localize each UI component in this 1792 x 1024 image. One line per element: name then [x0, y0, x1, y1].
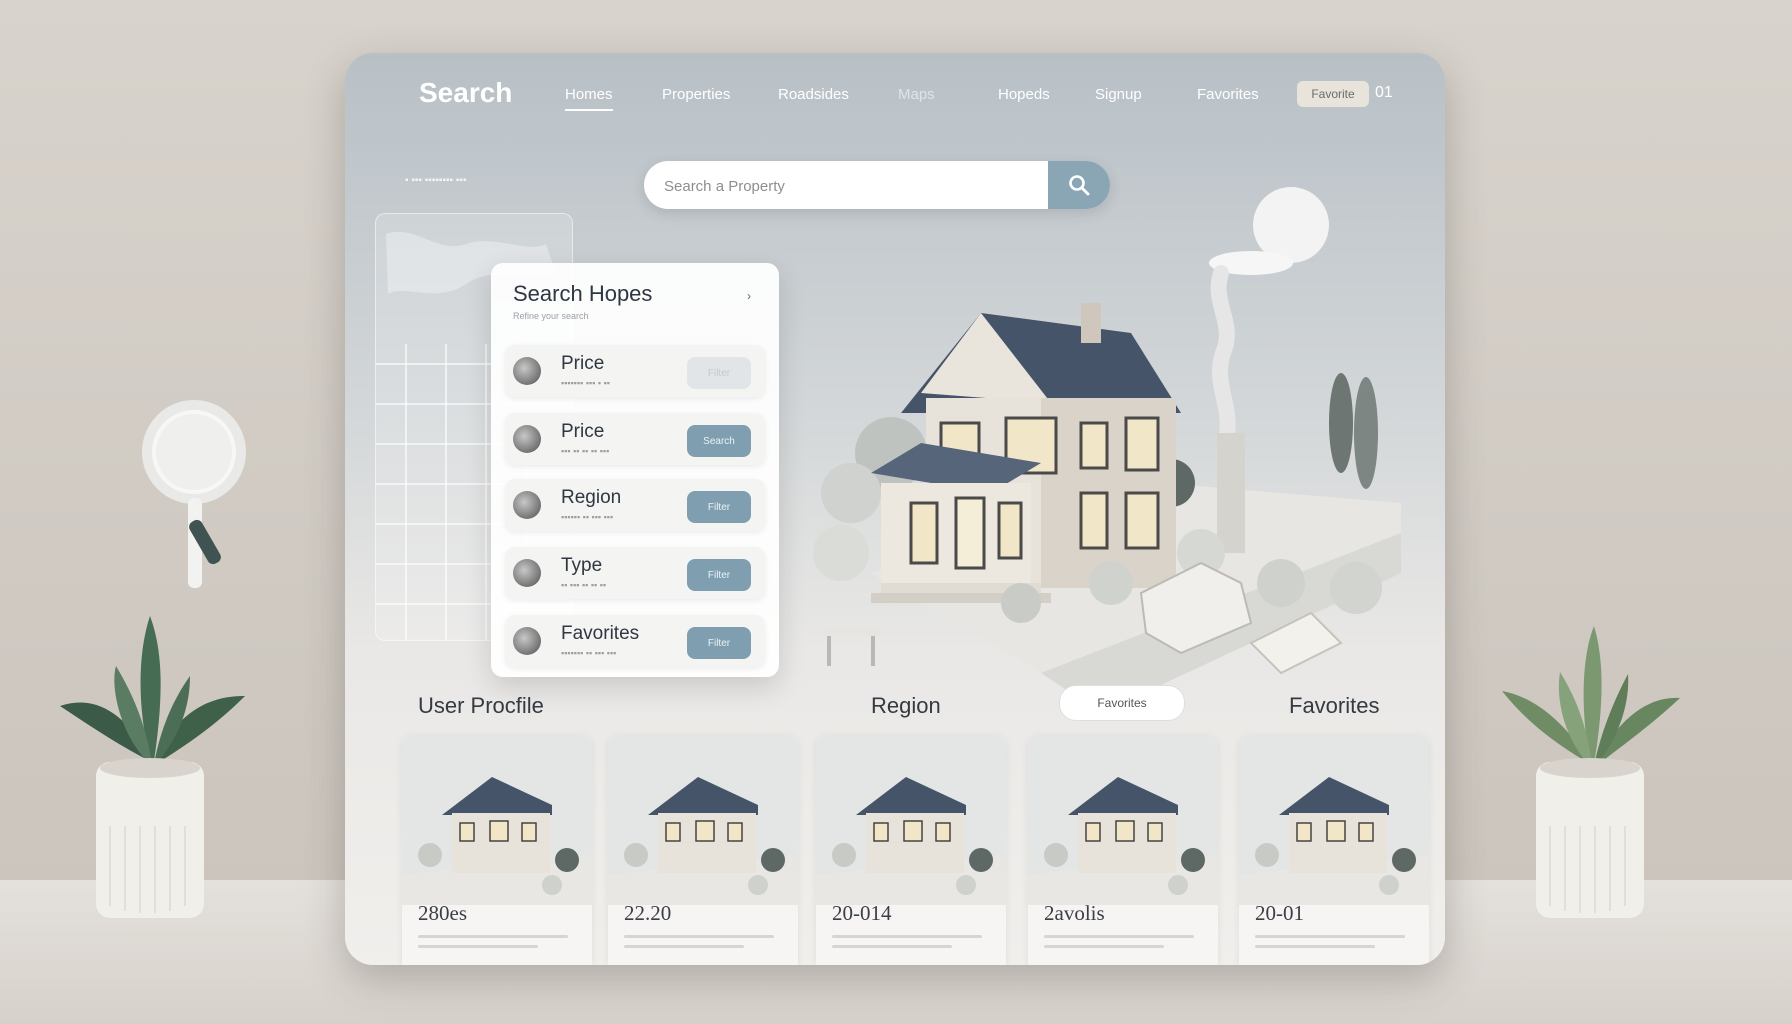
plant-left-icon [60, 616, 245, 918]
listing-desc [1044, 935, 1194, 938]
listing-price: 22.20 [624, 901, 672, 925]
listing-price: 280es [418, 901, 467, 925]
filter-row-label: Price [561, 353, 605, 374]
filter-row-label: Type [561, 555, 603, 576]
filter-row-type[interactable]: Type ▪▪ ▪▪▪ ▪▪ ▪▪ ▪▪ Filter [505, 547, 765, 599]
filter-row-desc: ▪▪▪▪▪▪ ▪▪ ▪▪▪ ▪▪▪ [561, 512, 614, 522]
region-filter-button[interactable]: Filter [687, 491, 751, 523]
nav-counter: 01 [1375, 84, 1393, 101]
house-thumbnail [402, 735, 592, 905]
chevron-icon[interactable]: › [747, 289, 751, 303]
type-filter-button[interactable]: Filter [687, 559, 751, 591]
section-region: Region [871, 693, 941, 718]
brand-title[interactable]: Search [419, 77, 512, 109]
app-window: Search Homes Properties Roadsides Maps H… [345, 53, 1445, 965]
house-thumbnail [816, 735, 1006, 905]
breadcrumb: ▪ ▪▪▪ ▪▪▪▪▪▪▪▪ ▪▪▪ [405, 175, 467, 186]
listing-desc [832, 935, 982, 938]
listing-price: 2avolis [1044, 901, 1105, 925]
listing-price: 20-014 [832, 901, 892, 925]
house-illustration [813, 187, 1401, 713]
favorites-icon [513, 627, 541, 655]
filter-row-price[interactable]: Price ▪▪▪▪▪▪▪ ▪▪▪ ▪ ▪▪ Filter [505, 345, 765, 397]
filter-row-desc: ▪▪▪▪▪▪▪ ▪▪ ▪▪▪ ▪▪▪ [561, 648, 617, 658]
filter-title: Search Hopes [513, 281, 653, 306]
magnifier-icon [142, 400, 246, 588]
listing-desc [832, 945, 952, 948]
filter-row-region[interactable]: Region ▪▪▪▪▪▪ ▪▪ ▪▪▪ ▪▪▪ Filter [505, 479, 765, 531]
listing-desc [1255, 935, 1405, 938]
favorites-filter-button[interactable]: Filter [687, 627, 751, 659]
top-nav: Search Homes Properties Roadsides Maps H… [345, 53, 1445, 133]
listing-desc [1044, 945, 1164, 948]
nav-item-hopeds[interactable]: Hopeds [998, 86, 1050, 103]
listing-price: 20-01 [1255, 901, 1304, 925]
price-icon [513, 357, 541, 385]
filter-row-desc: ▪▪ ▪▪▪ ▪▪ ▪▪ ▪▪ [561, 580, 607, 590]
plant-right-icon [1502, 626, 1680, 918]
nav-item-roadsides[interactable]: Roadsides [778, 86, 849, 103]
favorite-pill-button[interactable]: Favorite [1297, 81, 1369, 107]
listing-card[interactable]: 20-014 [816, 735, 1006, 965]
house-thumbnail [608, 735, 798, 905]
nav-item-maps[interactable]: Maps [898, 86, 935, 103]
filter-row-label: Price [561, 421, 605, 442]
house-thumbnail [1028, 735, 1218, 905]
listing-card[interactable]: 280es [402, 735, 592, 965]
listing-card[interactable]: 2avolis [1028, 735, 1218, 965]
filter-row-label: Region [561, 487, 622, 508]
filter-subtitle: Refine your search [513, 311, 589, 321]
listing-desc [1255, 945, 1375, 948]
price-icon [513, 425, 541, 453]
type-icon [513, 559, 541, 587]
listing-desc [624, 945, 744, 948]
filter-row-label: Favorites [561, 623, 640, 644]
listing-desc [624, 935, 774, 938]
filter-row-desc: ▪▪▪▪▪▪▪ ▪▪▪ ▪ ▪▪ [561, 378, 610, 388]
region-icon [513, 491, 541, 519]
filter-row-price-2[interactable]: Price ▪▪▪ ▪▪ ▪▪ ▪▪ ▪▪▪ Search [505, 413, 765, 465]
nav-item-signup[interactable]: Signup [1095, 86, 1142, 103]
listing-card[interactable]: 20-01 [1239, 735, 1429, 965]
price-filter-button[interactable]: Filter [687, 357, 751, 389]
nav-item-homes[interactable]: Homes [565, 86, 613, 111]
favorites-chip[interactable]: Favorites [1059, 685, 1185, 721]
section-user-profile: User Procfile [418, 693, 544, 718]
nav-item-favorites[interactable]: Favorites [1197, 86, 1259, 103]
filter-row-desc: ▪▪▪ ▪▪ ▪▪ ▪▪ ▪▪▪ [561, 446, 610, 456]
house-thumbnail [1239, 735, 1429, 905]
listing-desc [418, 935, 568, 938]
filter-card: Search Hopes Refine your search › Price … [491, 263, 779, 677]
listing-card[interactable]: 22.20 [608, 735, 798, 965]
nav-item-properties[interactable]: Properties [662, 86, 730, 103]
section-favorites: Favorites [1289, 693, 1380, 718]
price-search-button[interactable]: Search [687, 425, 751, 457]
filter-row-favorites[interactable]: Favorites ▪▪▪▪▪▪▪ ▪▪ ▪▪▪ ▪▪▪ Filter [505, 615, 765, 667]
listing-desc [418, 945, 538, 948]
